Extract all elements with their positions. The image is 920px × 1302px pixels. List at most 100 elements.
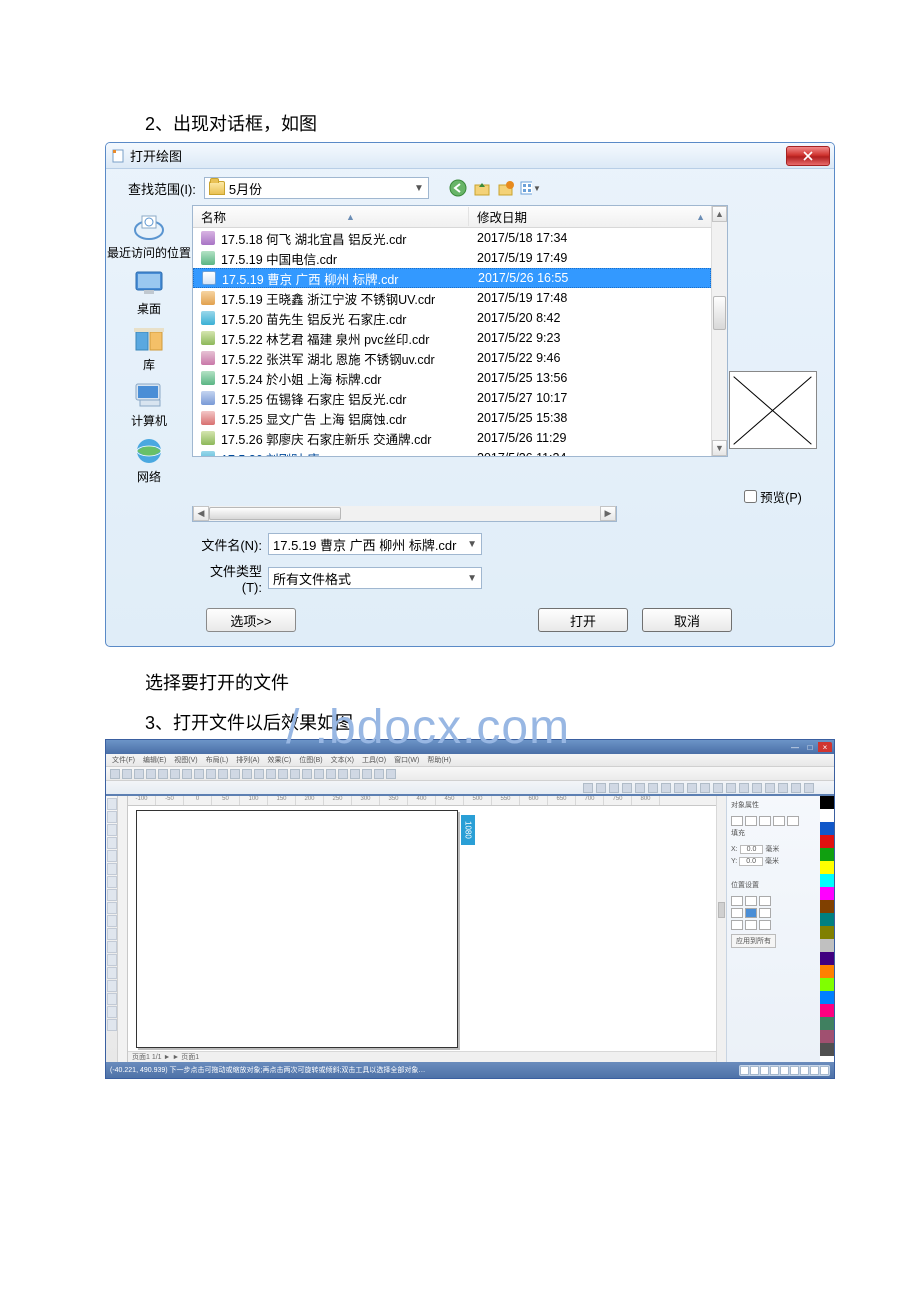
- file-row[interactable]: 17.5.26 郭廖庆 石家庄新乐 交通牌.cdr2017/5/26 11:29: [193, 428, 711, 448]
- place-libraries[interactable]: 库: [106, 321, 192, 375]
- tool-button[interactable]: [107, 798, 117, 810]
- menu-item[interactable]: 布局(L): [206, 755, 229, 765]
- color-swatch[interactable]: [820, 809, 834, 822]
- toolbar-button[interactable]: [778, 783, 788, 793]
- app-toolbar-2[interactable]: [106, 780, 834, 794]
- toolbar-button[interactable]: [266, 769, 276, 779]
- docker-panel[interactable]: 对象属性 填充 X:0.0毫米 Y:0.0毫米 位置设置 应用到所有: [726, 796, 820, 1062]
- col-header-modified[interactable]: 修改日期▲: [469, 207, 711, 226]
- toolbox[interactable]: [106, 796, 118, 1062]
- toolbar-button[interactable]: [765, 783, 775, 793]
- tool-button[interactable]: [107, 967, 117, 979]
- toolbar-button[interactable]: [206, 769, 216, 779]
- toolbar-button[interactable]: [278, 769, 288, 779]
- tool-button[interactable]: [107, 824, 117, 836]
- tool-button[interactable]: [107, 837, 117, 849]
- tool-button[interactable]: [107, 1019, 117, 1031]
- open-button[interactable]: 打开: [538, 608, 628, 632]
- filename-combo[interactable]: 17.5.19 曹京 广西 柳州 标牌.cdr▼: [268, 533, 482, 555]
- file-row[interactable]: 17.5.26 刘刚财 唐...2017/5/26 11:24: [193, 448, 711, 456]
- apply-button[interactable]: 应用到所有: [731, 934, 776, 948]
- maximize-icon[interactable]: □: [803, 742, 817, 752]
- color-swatch[interactable]: [820, 796, 834, 809]
- file-row[interactable]: 17.5.22 张洪军 湖北 恩施 不锈钢uv.cdr2017/5/22 9:4…: [193, 348, 711, 368]
- file-row[interactable]: 17.5.19 中国电信.cdr2017/5/19 17:49: [193, 248, 711, 268]
- color-swatch[interactable]: [820, 822, 834, 835]
- new-folder-button[interactable]: [495, 177, 517, 199]
- toolbar-button[interactable]: [290, 769, 300, 779]
- toolbar-button[interactable]: [350, 769, 360, 779]
- minimize-icon[interactable]: —: [788, 742, 802, 752]
- tool-button[interactable]: [107, 915, 117, 927]
- toolbar-button[interactable]: [661, 783, 671, 793]
- col-header-name[interactable]: 名称▲: [193, 207, 469, 226]
- toolbar-button[interactable]: [791, 783, 801, 793]
- toolbar-button[interactable]: [362, 769, 372, 779]
- close-icon[interactable]: ×: [818, 742, 832, 752]
- file-row[interactable]: 17.5.25 伍锡锋 石家庄 铝反光.cdr2017/5/27 10:17: [193, 388, 711, 408]
- toolbar-button[interactable]: [146, 769, 156, 779]
- toolbar-button[interactable]: [674, 783, 684, 793]
- color-swatch[interactable]: [820, 887, 834, 900]
- color-swatch[interactable]: [820, 1030, 834, 1043]
- options-button[interactable]: 选项>>: [206, 608, 296, 632]
- color-swatch[interactable]: [820, 913, 834, 926]
- toolbar-button[interactable]: [386, 769, 396, 779]
- toolbar-button[interactable]: [596, 783, 606, 793]
- toolbar-button[interactable]: [254, 769, 264, 779]
- scroll-thumb[interactable]: [713, 296, 726, 330]
- menu-item[interactable]: 文本(X): [331, 755, 354, 765]
- canvas[interactable]: 1080: [128, 806, 716, 1051]
- vertical-scrollbar[interactable]: ▲ ▼: [711, 206, 727, 456]
- color-swatch[interactable]: [820, 835, 834, 848]
- toolbar-button[interactable]: [635, 783, 645, 793]
- color-swatch[interactable]: [820, 874, 834, 887]
- toolbar-button[interactable]: [134, 769, 144, 779]
- menu-item[interactable]: 编辑(E): [143, 755, 166, 765]
- menu-item[interactable]: 帮助(H): [427, 755, 451, 765]
- toolbar-button[interactable]: [182, 769, 192, 779]
- app-toolbar[interactable]: [106, 766, 834, 780]
- toolbar-button[interactable]: [804, 783, 814, 793]
- tool-button[interactable]: [107, 902, 117, 914]
- color-swatch[interactable]: [820, 991, 834, 1004]
- tool-button[interactable]: [107, 811, 117, 823]
- color-swatch[interactable]: [820, 1004, 834, 1017]
- place-recent[interactable]: 最近访问的位置: [106, 209, 192, 263]
- toolbar-button[interactable]: [122, 769, 132, 779]
- toolbar-button[interactable]: [230, 769, 240, 779]
- place-network[interactable]: 网络: [106, 433, 192, 487]
- menu-item[interactable]: 位图(B): [299, 755, 322, 765]
- menu-item[interactable]: 视图(V): [174, 755, 197, 765]
- tool-button[interactable]: [107, 1006, 117, 1018]
- toolbar-button[interactable]: [583, 783, 593, 793]
- color-swatch[interactable]: [820, 939, 834, 952]
- color-swatch[interactable]: [820, 848, 834, 861]
- toolbar-button[interactable]: [326, 769, 336, 779]
- toolbar-button[interactable]: [302, 769, 312, 779]
- file-row[interactable]: 17.5.25 显文广告 上海 铝腐蚀.cdr2017/5/25 15:38: [193, 408, 711, 428]
- toolbar-button[interactable]: [713, 783, 723, 793]
- file-row[interactable]: 17.5.19 王晓鑫 浙江宁波 不锈钢UV.cdr2017/5/19 17:4…: [193, 288, 711, 308]
- up-button[interactable]: [471, 177, 493, 199]
- filetype-combo[interactable]: 所有文件格式▼: [268, 567, 482, 589]
- toolbar-button[interactable]: [242, 769, 252, 779]
- menu-item[interactable]: 工具(O): [362, 755, 386, 765]
- app-vscroll[interactable]: [716, 796, 726, 1062]
- close-button[interactable]: [786, 146, 830, 166]
- tool-button[interactable]: [107, 863, 117, 875]
- toolbar-button[interactable]: [687, 783, 697, 793]
- preview-checkbox[interactable]: 预览(P): [744, 487, 802, 506]
- color-swatch[interactable]: [820, 965, 834, 978]
- toolbar-button[interactable]: [700, 783, 710, 793]
- tool-button[interactable]: [107, 889, 117, 901]
- lookin-combo[interactable]: 5月份 ▼: [204, 177, 429, 199]
- toolbar-button[interactable]: [194, 769, 204, 779]
- tool-button[interactable]: [107, 876, 117, 888]
- menu-item[interactable]: 排列(A): [236, 755, 259, 765]
- toolbar-button[interactable]: [648, 783, 658, 793]
- color-swatch[interactable]: [820, 952, 834, 965]
- color-swatch[interactable]: [820, 1043, 834, 1056]
- page-tabs[interactable]: 页面1 1/1 ► ► 页面1: [128, 1051, 716, 1062]
- tool-button[interactable]: [107, 993, 117, 1005]
